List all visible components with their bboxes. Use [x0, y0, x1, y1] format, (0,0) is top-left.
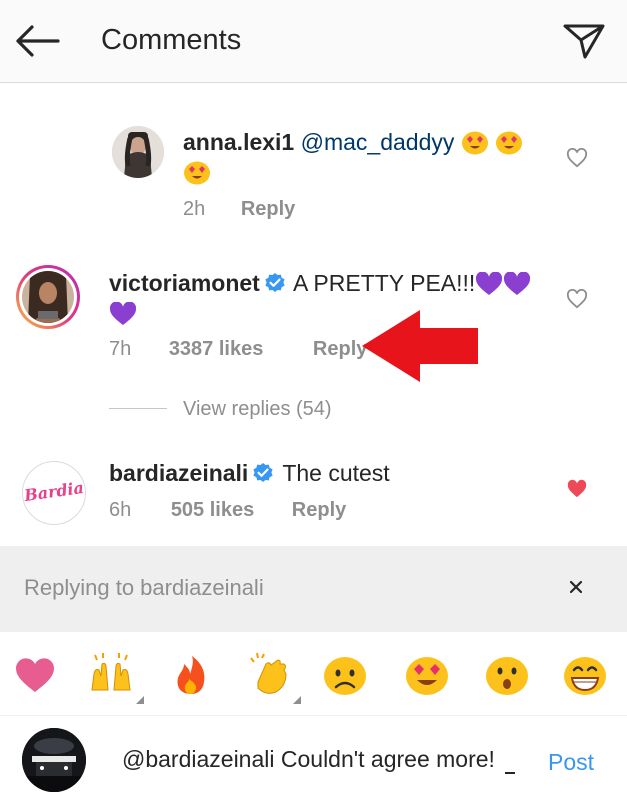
purple-heart-emoji	[504, 272, 531, 295]
reply-link[interactable]: Reply	[292, 499, 346, 521]
comment-body: A PRETTY PEA!!!	[292, 270, 476, 296]
raised-hands-emoji-button[interactable]	[88, 652, 134, 698]
emoji-quick-bar	[0, 632, 627, 716]
comment-meta: 6h 505 likes Reply	[109, 499, 346, 522]
fire-emoji-button[interactable]	[168, 652, 214, 698]
purple-heart-emoji	[109, 302, 137, 325]
avatar[interactable]	[16, 265, 80, 329]
heart-emoji-button[interactable]	[12, 652, 58, 698]
comment-timestamp: 2h	[183, 198, 206, 220]
heart-eyes-emoji	[496, 131, 523, 155]
view-replies-link[interactable]: View replies (54)	[183, 398, 332, 421]
skin-tone-indicator	[293, 696, 301, 704]
comment-username[interactable]: anna.lexi1	[183, 129, 294, 155]
replies-divider	[109, 408, 167, 409]
frowning-face-emoji-button[interactable]	[322, 652, 368, 698]
purple-heart-emoji	[476, 272, 503, 295]
back-button[interactable]	[14, 24, 60, 58]
comment-username[interactable]: victoriamonet	[109, 270, 260, 296]
comment-timestamp: 7h	[109, 338, 132, 360]
astonished-face-emoji-button[interactable]	[484, 652, 530, 698]
like-heart-icon[interactable]	[566, 148, 588, 168]
comment-meta: 7h 3387 likes Reply	[109, 338, 367, 361]
grinning-face-emoji-button[interactable]	[562, 652, 608, 698]
reply-link[interactable]: Reply	[241, 198, 295, 220]
avatar[interactable]	[112, 126, 164, 178]
heart-eyes-emoji-button[interactable]	[404, 652, 450, 698]
avatar-logo-text: Bardia	[22, 477, 85, 506]
comment-text: bardiazeinali The cutest	[109, 458, 559, 488]
likes-count[interactable]: 3387 likes	[169, 338, 264, 360]
header-bar: Comments	[0, 0, 627, 83]
post-button[interactable]: Post	[548, 749, 594, 776]
comment-composer: @bardiazeinali Couldn't agree more! Post	[0, 716, 627, 800]
text-cursor	[505, 772, 515, 774]
comment-meta: 2h Reply	[183, 198, 295, 221]
comment-username[interactable]: bardiazeinali	[109, 460, 248, 486]
comment-text: victoriamonet A PRETTY PEA!!!	[109, 268, 559, 328]
heart-eyes-emoji	[184, 161, 210, 185]
comment-text: anna.lexi1 @mac_daddyy	[183, 127, 553, 187]
replying-to-bar: Replying to bardiazeinali	[0, 546, 627, 632]
clapping-hands-emoji-button[interactable]	[248, 652, 294, 698]
comment-mention[interactable]: @mac_daddyy	[301, 129, 455, 155]
comment-body: The cutest	[282, 460, 390, 486]
close-reply-button[interactable]	[565, 576, 587, 598]
arrow-left-icon	[16, 25, 60, 57]
skin-tone-indicator	[136, 696, 144, 704]
liked-heart-icon[interactable]	[566, 479, 588, 499]
page-title: Comments	[101, 24, 242, 56]
avatar[interactable]: Bardia	[22, 461, 86, 525]
current-user-avatar	[22, 728, 86, 792]
heart-eyes-emoji	[461, 131, 488, 155]
share-button[interactable]	[562, 22, 606, 60]
comment-input[interactable]: @bardiazeinali Couldn't agree more!	[122, 746, 495, 773]
close-icon	[569, 580, 583, 594]
replying-to-text: Replying to bardiazeinali	[24, 575, 264, 600]
annotation-arrow	[362, 310, 478, 382]
paper-plane-icon	[563, 24, 605, 59]
like-heart-icon[interactable]	[566, 289, 588, 309]
comment-timestamp: 6h	[109, 499, 132, 521]
likes-count[interactable]: 505 likes	[171, 499, 254, 521]
verified-badge-icon	[253, 463, 273, 482]
verified-badge-icon	[265, 273, 285, 292]
